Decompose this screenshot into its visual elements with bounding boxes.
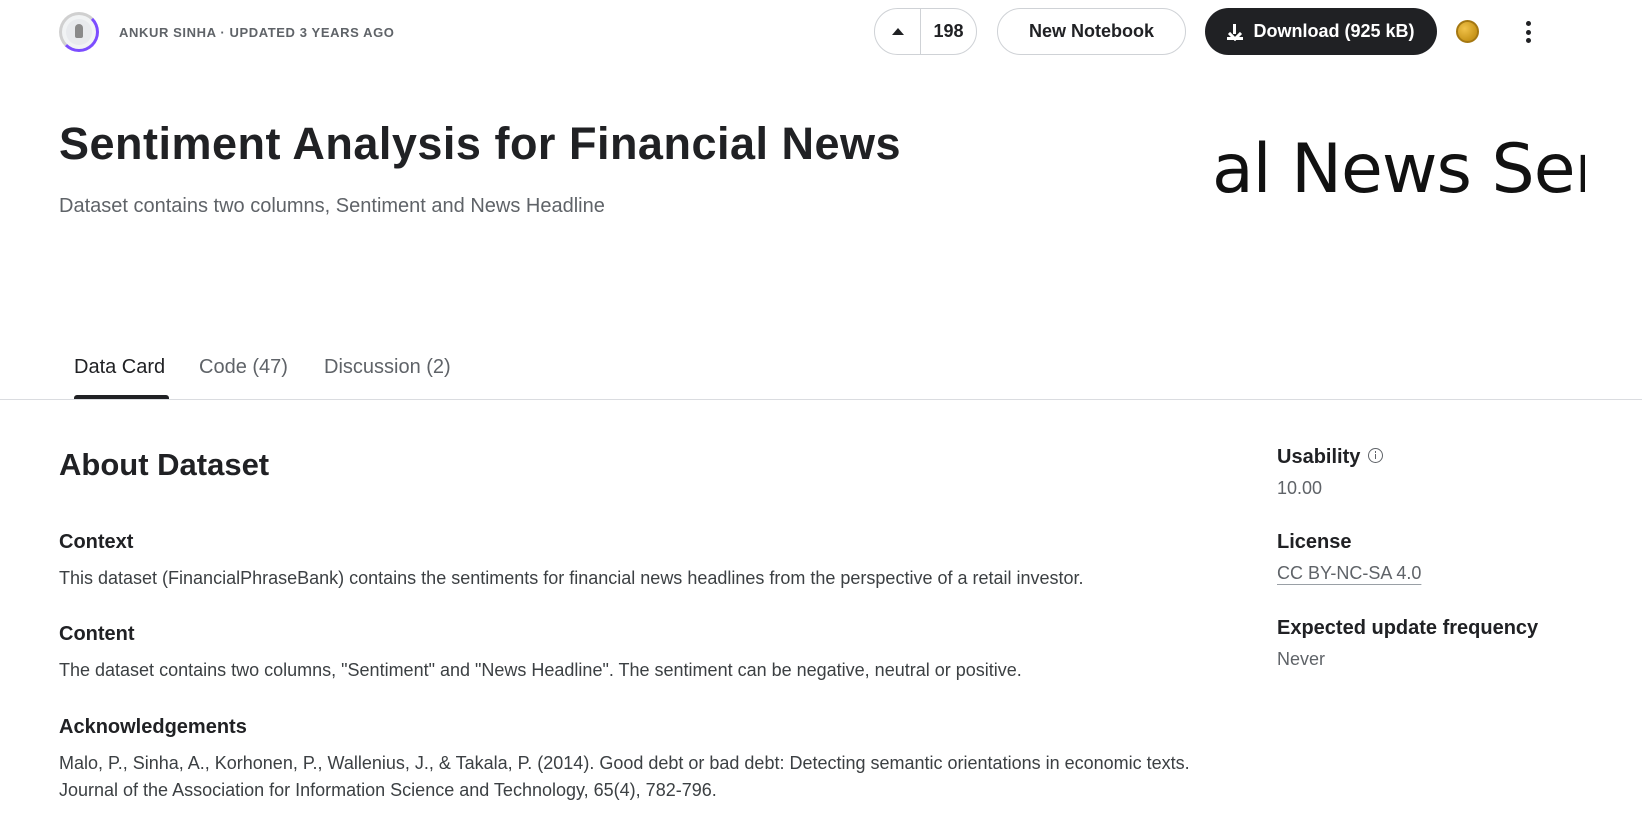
update-frequency-label: Expected update frequency — [1277, 617, 1539, 639]
content-text: The dataset contains two columns, "Senti… — [59, 660, 1022, 680]
medal-icon[interactable] — [1456, 20, 1479, 43]
page-title: Sentiment Analysis for Financial News — [59, 118, 902, 169]
usability-label-text: Usability — [1277, 446, 1361, 468]
download-icon — [1227, 23, 1244, 40]
info-icon[interactable] — [1368, 448, 1384, 464]
download-label: Download (925 kB) — [1253, 21, 1415, 41]
acknowledgements-text-line-1: Malo, P., Sinha, A., Korhonen, P., Walle… — [59, 753, 1190, 773]
acknowledgements-text-line-2: Journal of the Association for Informati… — [59, 780, 717, 800]
update-frequency-value: Never — [1277, 649, 1326, 669]
usability-label: Usability — [1277, 446, 1384, 469]
usability-value: 10.00 — [1277, 478, 1323, 498]
acknowledgements-heading: Acknowledgements — [59, 716, 247, 738]
page-subtitle: Dataset contains two columns, Sentiment … — [59, 195, 605, 217]
download-button[interactable]: Download (925 kB) — [1205, 8, 1437, 55]
context-text: This dataset (FinancialPhraseBank) conta… — [59, 568, 1084, 588]
content-heading: Content — [59, 623, 135, 645]
dataset-header: ANKUR SINHA · UPDATED 3 YEARS AGO 198 Ne… — [0, 0, 1642, 70]
tab-bar: Data Card Code (47) Discussion (2) — [0, 340, 1642, 400]
active-tab-indicator — [74, 395, 169, 399]
license-link[interactable]: CC BY-NC-SA 4.0 — [1277, 563, 1421, 584]
tab-discussion[interactable]: Discussion (2) — [324, 356, 451, 379]
upvote-widget: 198 — [874, 8, 977, 55]
upvote-button[interactable] — [875, 9, 921, 54]
upvote-icon — [891, 28, 904, 35]
owner-updated-line[interactable]: ANKUR SINHA · UPDATED 3 YEARS AGO — [119, 25, 395, 40]
avatar[interactable] — [59, 12, 99, 52]
new-notebook-button[interactable]: New Notebook — [997, 8, 1186, 55]
license-label: License — [1277, 531, 1352, 553]
vote-count[interactable]: 198 — [921, 21, 976, 42]
tab-data-card[interactable]: Data Card — [74, 356, 165, 379]
cover-image-text: al News Sen — [1212, 130, 1585, 209]
avatar-image — [66, 19, 92, 45]
cover-image: al News Sen — [1205, 130, 1585, 220]
tab-code[interactable]: Code (47) — [199, 356, 288, 379]
context-heading: Context — [59, 531, 134, 553]
about-heading: About Dataset — [59, 447, 270, 482]
more-vert-icon[interactable] — [1518, 18, 1538, 46]
